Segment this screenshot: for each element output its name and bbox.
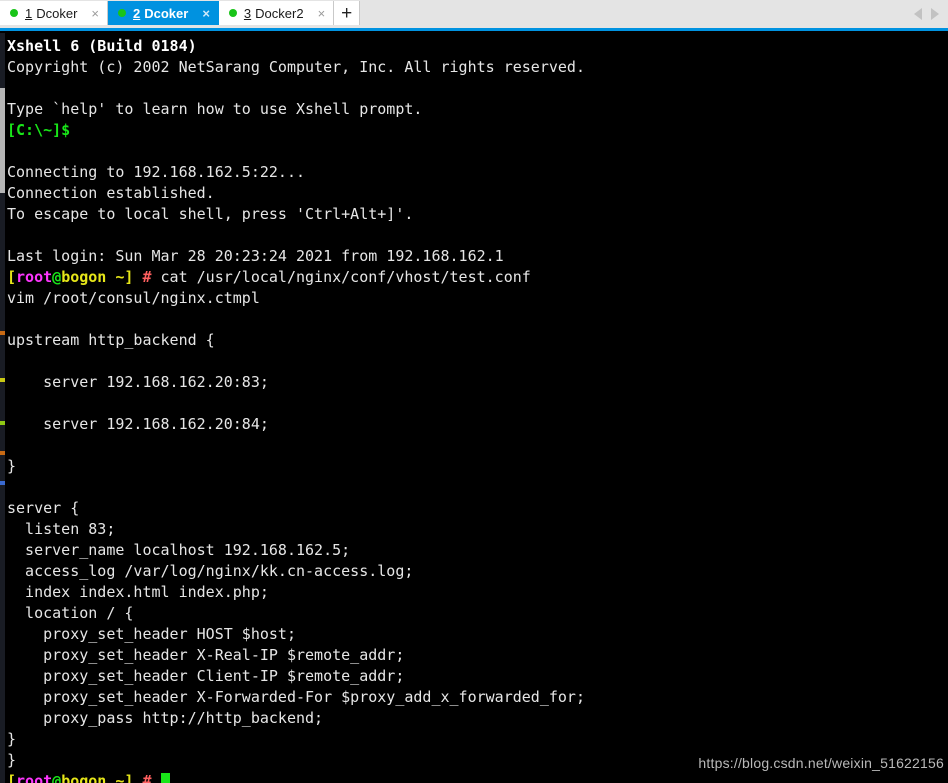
tab-close-icon[interactable]: × <box>198 7 214 20</box>
banner-help-hint: Type `help' to learn how to use Xshell p… <box>7 100 423 118</box>
config-line: access_log /var/log/nginx/kk.cn-access.l… <box>7 562 414 580</box>
banner-copyright: Copyright (c) 2002 NetSarang Computer, I… <box>7 58 585 76</box>
config-line: proxy_set_header X-Real-IP $remote_addr; <box>7 646 405 664</box>
local-prompt: [C:\~]$ <box>7 120 947 141</box>
prompt-host: bogon <box>61 268 107 286</box>
tab-scroll-right-icon[interactable] <box>931 8 939 20</box>
tab-label: Dcoker <box>36 5 78 21</box>
config-line <box>7 435 947 456</box>
config-line: proxy_set_header HOST $host; <box>7 625 296 643</box>
terminal-cursor <box>160 773 170 783</box>
config-line: server 192.168.162.20:83; <box>7 373 269 391</box>
tab-dcoker-1[interactable]: 1 Dcoker × <box>0 1 109 25</box>
session-escape-hint: To escape to local shell, press 'Ctrl+Al… <box>7 205 414 223</box>
config-line: upstream http_backend { <box>7 331 215 349</box>
terminal-screen: Xshell 6 (Build 0184) Copyright (c) 2002… <box>7 36 947 783</box>
config-line: vim /root/consul/nginx.ctmpl <box>7 289 260 307</box>
tab-scroll-nav <box>914 0 948 28</box>
config-line: proxy_set_header Client-IP $remote_addr; <box>7 667 405 685</box>
config-line <box>7 309 947 330</box>
tab-close-icon[interactable]: × <box>87 7 103 20</box>
config-line: proxy_pass http://http_backend; <box>7 709 324 727</box>
tab-number: 1 <box>25 5 33 21</box>
prompt-user: root <box>16 268 53 286</box>
tab-docker2-3[interactable]: 3 Docker2 × <box>218 1 335 25</box>
watermark-text: https://blog.csdn.net/weixin_51622156 <box>698 755 944 771</box>
tab-bar: 1 Dcoker × 2 Dcoker × 3 Docker2 × + <box>0 0 948 28</box>
config-line: server_name localhost 192.168.162.5; <box>7 541 351 559</box>
config-line: index index.html index.php; <box>7 583 269 601</box>
config-line: } <box>7 457 17 475</box>
prompt-at-symbol: @ <box>52 772 62 783</box>
active-prompt-line: [root@bogon ~] # <box>7 771 947 783</box>
prompt-user: root <box>16 772 53 783</box>
config-line: server 192.168.162.20:84; <box>7 415 269 433</box>
prompt-open-bracket: [ <box>7 772 17 783</box>
config-line <box>7 351 947 372</box>
tab-dcoker-2[interactable]: 2 Dcoker × <box>108 1 219 25</box>
session-connecting: Connecting to 192.168.162.5:22... <box>7 163 306 181</box>
tab-scroll-left-icon[interactable] <box>914 8 922 20</box>
tab-label: Docker2 <box>255 5 304 21</box>
new-tab-button[interactable]: + <box>334 1 361 25</box>
command-text: cat /usr/local/nginx/conf/vhost/test.con… <box>151 268 531 286</box>
prompt-open-bracket: [ <box>7 268 17 286</box>
tab-number: 3 <box>243 5 252 21</box>
tab-number: 2 <box>133 5 141 21</box>
banner-title: Xshell 6 (Build 0184) <box>7 37 197 55</box>
prompt-hash: # <box>142 268 152 286</box>
prompt-hash: # <box>142 772 152 783</box>
config-line: } <box>7 730 17 748</box>
tab-status-dot-icon <box>228 9 237 17</box>
session-established: Connection established. <box>7 184 215 202</box>
config-line <box>7 477 947 498</box>
tab-label: Dcoker <box>144 5 189 21</box>
tab-status-dot-icon <box>118 9 127 17</box>
config-line: listen 83; <box>7 520 116 538</box>
prompt-host: bogon <box>61 772 107 783</box>
config-line: proxy_set_header X-Forwarded-For $proxy_… <box>7 688 585 706</box>
terminal-scrollbar[interactable] <box>0 33 5 783</box>
tab-close-icon[interactable]: × <box>314 7 330 20</box>
config-line <box>7 393 947 414</box>
config-line: location / { <box>7 604 134 622</box>
session-last-login: Last login: Sun Mar 28 20:23:24 2021 fro… <box>7 247 504 265</box>
tab-bar-spacer <box>360 0 914 28</box>
local-prompt-text: [C:\~]$ <box>7 121 71 139</box>
command-prompt-line: [root@bogon ~] # cat /usr/local/nginx/co… <box>7 267 947 288</box>
prompt-at-symbol: @ <box>52 268 62 286</box>
config-line: server { <box>7 499 80 517</box>
prompt-path-close: ~] <box>106 268 134 286</box>
tab-status-dot-icon <box>10 9 18 17</box>
prompt-path-close: ~] <box>106 772 134 783</box>
terminal-pane[interactable]: Xshell 6 (Build 0184) Copyright (c) 2002… <box>0 33 948 783</box>
